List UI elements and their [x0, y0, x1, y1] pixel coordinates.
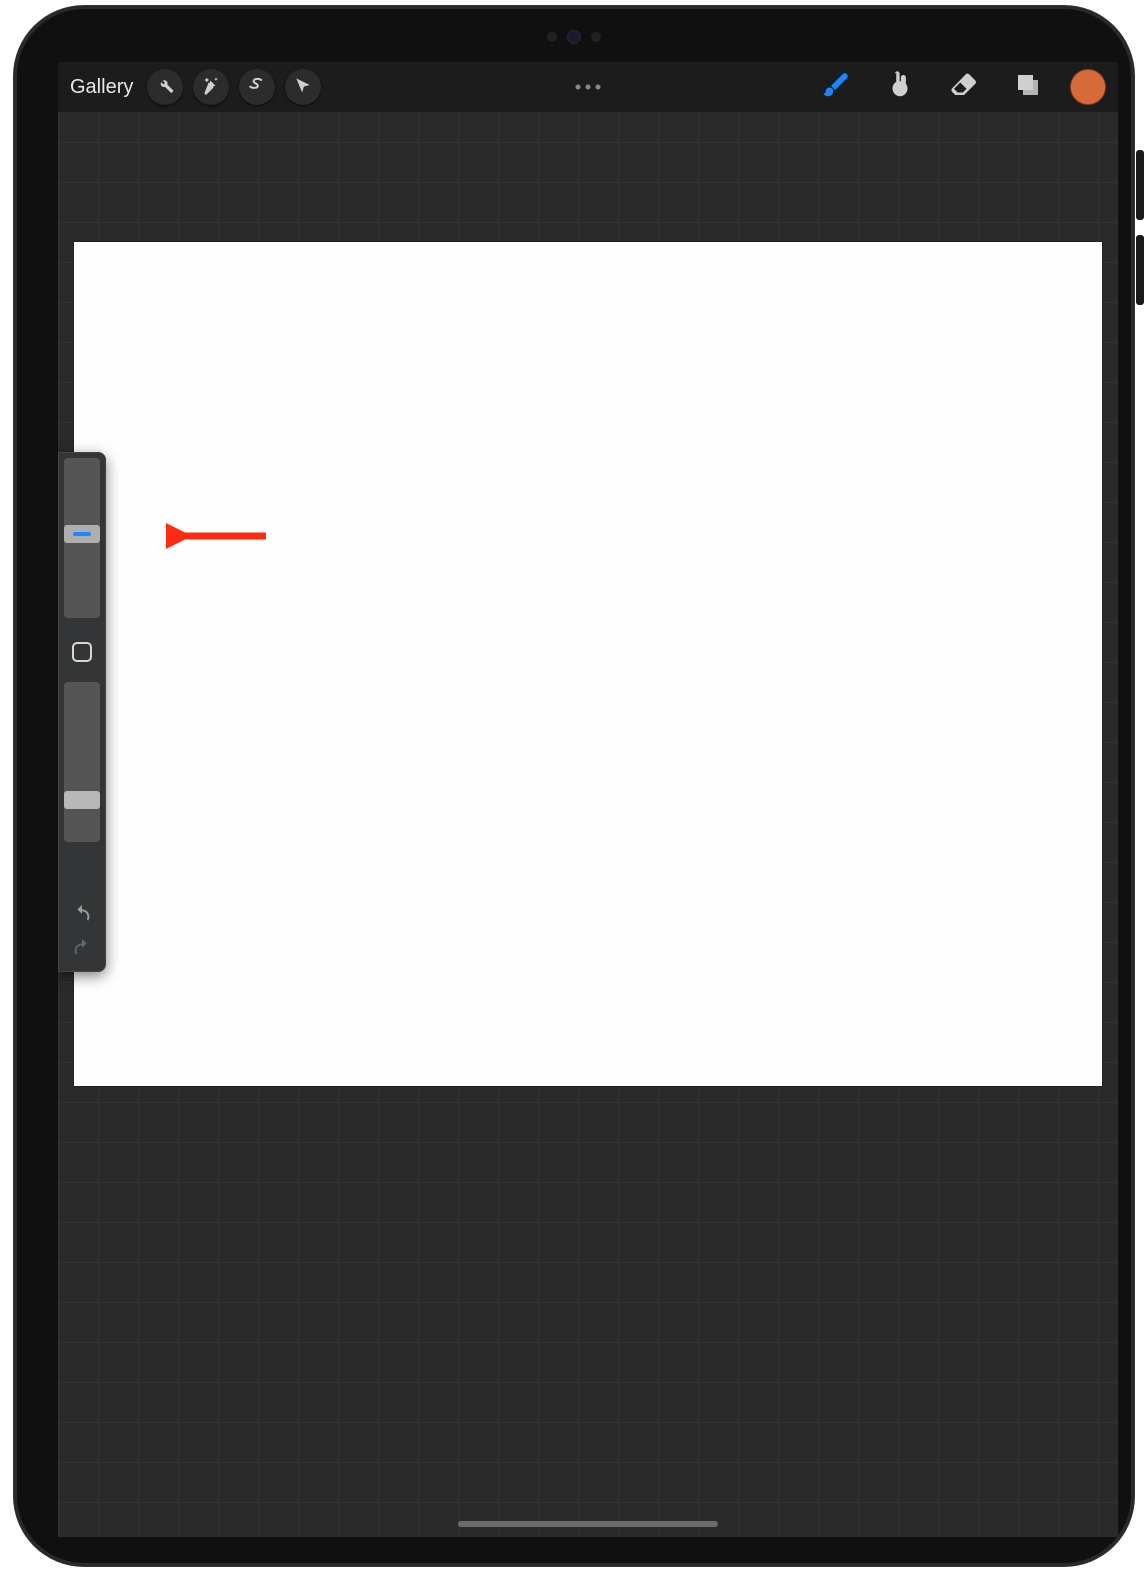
- opacity-slider-thumb[interactable]: [64, 791, 100, 809]
- smudge-button[interactable]: [878, 65, 922, 109]
- wrench-icon: [155, 75, 175, 100]
- home-indicator[interactable]: [458, 1521, 718, 1527]
- square-icon: [72, 642, 92, 662]
- adjustments-button[interactable]: [193, 69, 229, 105]
- redo-icon: [71, 937, 93, 964]
- eraser-button[interactable]: [942, 65, 986, 109]
- ellipsis-icon: [596, 85, 601, 90]
- top-toolbar: Gallery: [58, 62, 1118, 112]
- brush-size-slider[interactable]: [64, 458, 100, 618]
- layers-button[interactable]: [1006, 65, 1050, 109]
- camera-cluster: [547, 30, 601, 44]
- selection-button[interactable]: [239, 69, 275, 105]
- ellipsis-icon: [586, 85, 591, 90]
- gallery-button[interactable]: Gallery: [70, 76, 133, 99]
- smudge-icon: [885, 70, 915, 105]
- ipad-screen: Gallery: [58, 62, 1118, 1537]
- toolbar-menu-button[interactable]: [576, 85, 601, 90]
- layers-icon: [1013, 70, 1043, 105]
- drawing-canvas[interactable]: [74, 242, 1102, 1086]
- redo-button[interactable]: [68, 936, 96, 964]
- side-toolbar: [58, 452, 106, 972]
- undo-redo-group: [64, 896, 100, 964]
- wand-icon: [201, 75, 221, 100]
- hardware-volume-up: [1136, 150, 1144, 220]
- ellipsis-icon: [576, 85, 581, 90]
- front-camera: [567, 30, 581, 44]
- camera-sensor: [547, 32, 557, 42]
- camera-sensor: [591, 32, 601, 42]
- hardware-volume-down: [1136, 235, 1144, 305]
- s-ribbon-icon: [247, 75, 267, 100]
- opacity-slider[interactable]: [64, 682, 100, 842]
- actions-button[interactable]: [147, 69, 183, 105]
- toolbar-right-group: [814, 65, 1106, 109]
- ipad-frame: Gallery: [14, 6, 1134, 1566]
- color-picker-button[interactable]: [1070, 69, 1106, 105]
- brush-size-slider-thumb[interactable]: [64, 525, 100, 543]
- modify-button[interactable]: [64, 632, 100, 672]
- arrow-icon: [293, 75, 313, 100]
- brush-button[interactable]: [814, 65, 858, 109]
- undo-button[interactable]: [68, 902, 96, 930]
- slider-accent-tick: [73, 532, 91, 536]
- brush-icon: [821, 70, 851, 105]
- undo-icon: [71, 903, 93, 930]
- eraser-icon: [949, 70, 979, 105]
- transform-button[interactable]: [285, 69, 321, 105]
